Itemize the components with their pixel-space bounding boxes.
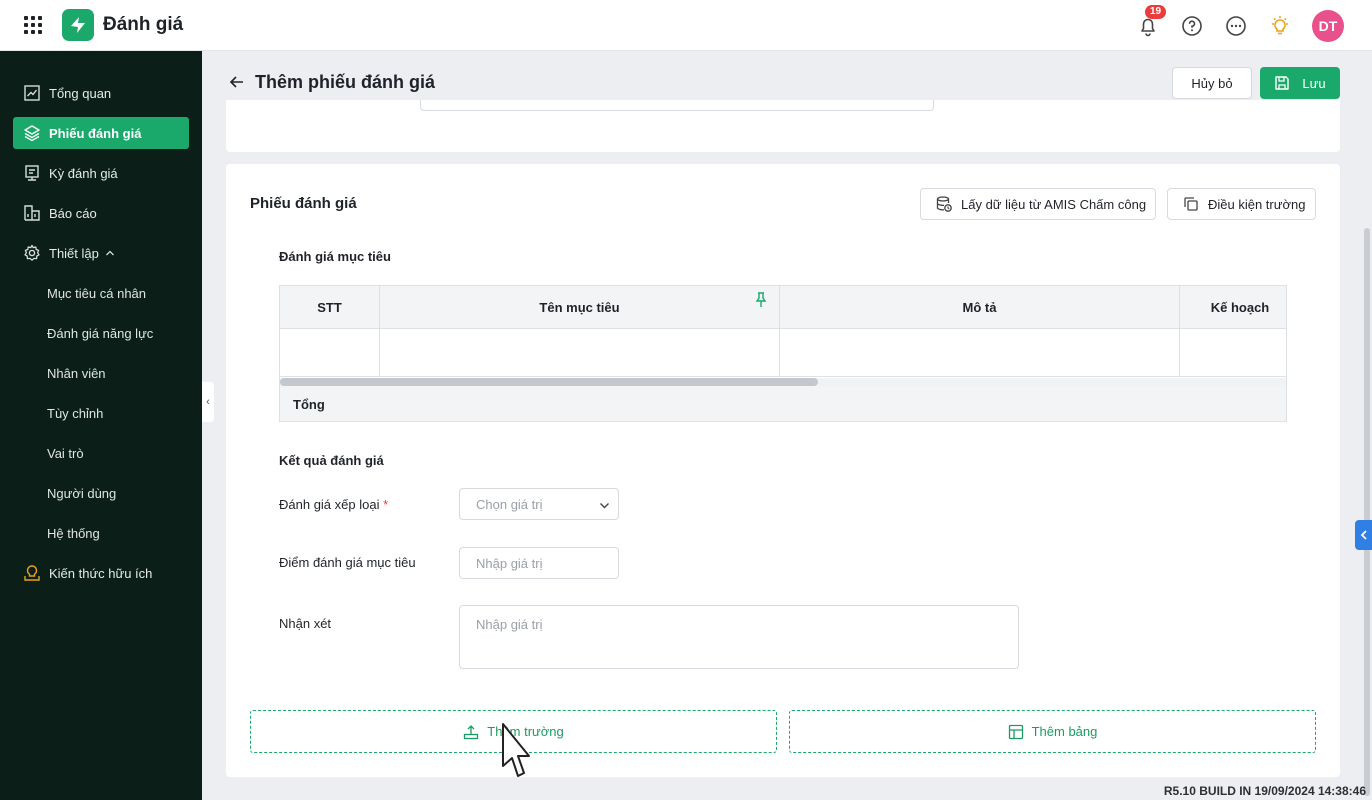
notification-bell-icon[interactable]: 19 [1136,4,1167,38]
rank-label-text: Đánh giá xếp loại [279,497,380,512]
sidebar-subitem[interactable]: Người dùng [47,481,116,505]
table-cell[interactable] [380,329,780,376]
cancel-button[interactable]: Hủy bỏ [1172,67,1252,99]
evaluation-form-card: Phiếu đánh giá Lấy dữ liệu từ AMIS Chấm … [226,164,1340,777]
app-logo [62,9,94,41]
app-grid-icon[interactable] [24,16,42,34]
comment-textarea[interactable]: Nhập giá trị [459,605,1019,669]
table-header: STT Tên mục tiêu Mô tả Kế hoạch [280,286,1286,329]
column-header: STT [280,286,380,328]
help-icon[interactable] [1180,14,1204,38]
add-table-label: Thêm bảng [1031,724,1098,739]
table-cell[interactable] [780,329,1180,376]
fetch-attendance-label: Lấy dữ liệu từ AMIS Chấm công [961,196,1147,212]
sidebar-item-label: Tổng quan [49,85,112,101]
calendar-icon [22,163,42,183]
page-title: Thêm phiếu đánh giá [255,72,436,92]
table-cell[interactable] [1180,329,1286,376]
build-info: R5.10 BUILD IN 19/09/2024 14:38:46 [1163,784,1366,798]
chart-line-icon [22,83,42,103]
total-label: Tổng [293,397,325,412]
add-table-button[interactable]: Thêm bảng [789,710,1316,753]
sidebar-subitem[interactable]: Tùy chỉnh [47,401,103,425]
goals-table: STT Tên mục tiêu Mô tả Kế hoạch Tổng [279,285,1287,422]
horizontal-scrollbar[interactable] [280,378,1286,386]
score-label: Điểm đánh giá mục tiêu [279,555,416,570]
back-arrow-icon[interactable] [229,74,245,90]
sidebar-item-knowledge[interactable]: Kiến thức hữu ích [13,557,189,589]
sidebar-item-label: Phiếu đánh giá [49,125,142,141]
table-icon [1008,724,1023,739]
mouse-cursor-icon [500,722,530,781]
sidebar-collapse-button[interactable]: ‹ [202,382,214,422]
copy-icon [1184,197,1198,211]
sidebar-item-evaluation-period[interactable]: Kỳ đánh giá [13,157,189,189]
layers-icon [22,123,42,143]
table-row [280,329,1286,377]
lightbulb-icon[interactable] [1268,14,1292,38]
previous-card [226,100,1340,152]
column-header-goal-name[interactable]: Tên mục tiêu [380,286,780,328]
chevron-left-icon: ‹ [206,396,210,408]
vertical-scrollbar[interactable] [1364,228,1370,796]
sidebar-subitem[interactable]: Vai trò [47,441,84,465]
top-bar: Đánh giá 19 DT [0,0,1372,51]
sidebar-item-label: Kiến thức hữu ích [49,565,153,581]
field-condition-button[interactable]: Điều kiện trường [1167,188,1316,220]
form-title: Phiếu đánh giá [250,195,357,212]
avatar[interactable]: DT [1312,9,1344,42]
side-panel-toggle[interactable] [1355,520,1372,550]
sidebar-item-label: Thiết lập [49,245,99,261]
sidebar-item-settings[interactable]: Thiết lập [13,237,189,269]
sidebar-item-label: Báo cáo [49,205,97,221]
field-condition-label: Điều kiện trường [1208,196,1306,212]
table-total-row: Tổng [280,386,1286,421]
column-header: Kế hoạch [1210,299,1270,315]
database-icon [936,196,952,212]
pin-icon[interactable] [755,292,767,311]
input-stub [420,100,934,111]
required-mark: * [383,497,389,512]
sidebar: Tổng quan Phiếu đánh giá Kỳ đánh giá Báo… [0,51,202,800]
sidebar-subitem[interactable]: Hệ thống [47,521,100,545]
more-icon[interactable] [1224,14,1248,38]
rank-label: Đánh giá xếp loại * [279,497,388,512]
score-input[interactable]: Nhập giá trị [459,547,619,579]
scrollbar-thumb[interactable] [280,378,818,386]
sidebar-item-evaluation-form[interactable]: Phiếu đánh giá [13,117,189,149]
notification-badge: 19 [1145,4,1167,19]
sidebar-subitem[interactable]: Mục tiêu cá nhân [47,281,146,305]
save-button[interactable]: Lưu [1260,67,1340,99]
gear-icon [22,243,42,263]
column-header: Mô tả [780,286,1180,328]
app-title: Đánh giá [103,14,184,35]
sidebar-item-label: Kỳ đánh giá [49,165,118,181]
chevron-down-icon [599,499,610,514]
goals-section-title: Đánh giá mục tiêu [279,249,391,264]
report-icon [22,203,42,223]
column-header-label: Tên mục tiêu [539,299,620,315]
rank-select[interactable]: Chọn giá trị [459,488,619,520]
table-cell[interactable] [280,329,380,376]
sidebar-subitem[interactable]: Nhân viên [47,361,106,385]
save-label: Lưu [1302,75,1326,91]
result-section-title: Kết quả đánh giá [279,453,384,468]
chevron-left-icon [1360,530,1367,540]
upload-icon [464,724,479,739]
rank-select-placeholder: Chọn giá trị [476,496,543,512]
sidebar-subitem[interactable]: Đánh giá năng lực [47,321,153,345]
bulb-map-icon [22,563,42,583]
sidebar-item-reports[interactable]: Báo cáo [13,197,189,229]
chevron-up-icon [105,246,115,261]
comment-label: Nhận xét [279,616,332,631]
fetch-attendance-button[interactable]: Lấy dữ liệu từ AMIS Chấm công [920,188,1156,220]
sidebar-item-overview[interactable]: Tổng quan [13,77,189,109]
top-right-actions: 19 DT [1116,0,1344,51]
save-icon [1275,76,1290,90]
